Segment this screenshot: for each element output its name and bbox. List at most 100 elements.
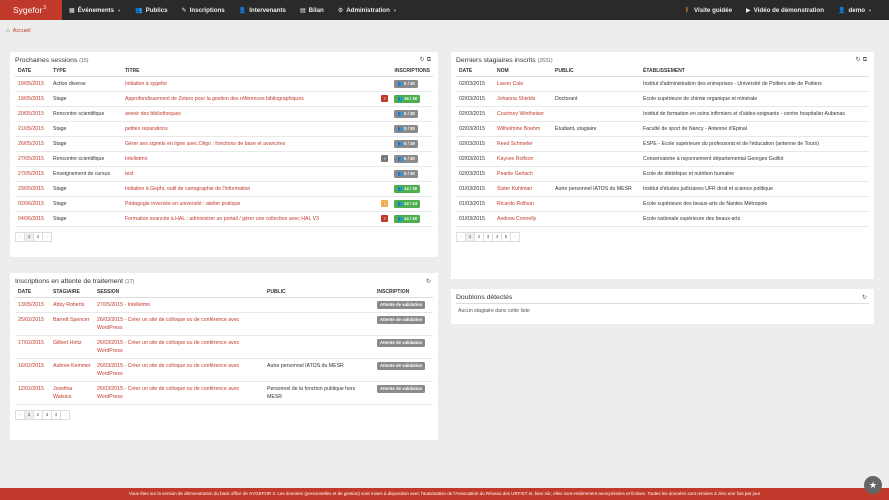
session-date[interactable]: 29/05/2015 [15,181,50,197]
nav-item-publics[interactable]: 👥 Publics [128,0,175,20]
brand-version: 3 [43,4,47,11]
table-row[interactable]: 13/05/2015 Abby Roberts 27/05/2015 - Intel… [15,297,433,313]
session-date[interactable]: 19/05/2015 [15,91,50,107]
stagiaire-name-link[interactable]: Wilhelmine Boehm [494,121,552,137]
session-title-link[interactable]: Initiation à sygefor [122,76,379,92]
status-badge[interactable]: Attente de validation [377,339,426,347]
attente-session-link[interactable]: 26/03/2015 - Créer un site de colloque o… [94,335,264,359]
session-date[interactable]: 02/06/2015 [15,196,50,212]
session-date[interactable]: 19/05/2015 [15,76,50,92]
stagiaire-name-link[interactable]: Ricardo Rolfson [494,196,552,212]
breadcrumb-home-link[interactable]: Accueil [13,28,31,34]
session-date[interactable]: 04/06/2015 [15,211,50,227]
stagiaire-date: 02/03/2015 [456,91,494,107]
table-row[interactable]: 26/05/2015 Stage Gérer ses signets en lign… [15,136,433,152]
status-badge[interactable]: Attente de validation [377,385,426,393]
stagiaire-name-link[interactable]: Lavon Cole [494,76,552,92]
demo-video-link[interactable]: ▶ Vidéo de démonstration [739,0,831,20]
inscriptions-count: 14 / 30 [403,186,418,191]
table-row[interactable]: 02/03/2015 Johanna Shields Doctorant Ecole … [456,91,869,107]
table-row[interactable]: 01/03/2015 Ricardo Rolfson Ecole supérieur… [456,196,869,212]
session-title-link[interactable]: Gérer ses signets en ligne avec Diigo : … [122,136,379,152]
table-row[interactable]: 19/05/2015 Stage Approfondissement de Zote… [15,91,433,107]
session-title-link[interactable]: Intelletmo [122,151,379,167]
stagiaire-name-link[interactable]: Courtney Wintheiser [494,106,552,122]
session-title-link[interactable]: Formation avancée à HAL : administrer un… [122,211,379,227]
table-row[interactable]: 04/06/2015 Stage Formation avancée à HAL :… [15,211,433,227]
attente-pagination: ‹ 1 2 3 4 › [15,410,433,420]
table-row[interactable]: 02/03/2015 Kaycee Rolfson Conservatoire à … [456,151,869,167]
session-date[interactable]: 20/05/2015 [15,106,50,122]
nav-item-inscriptions[interactable]: ✎ Inscriptions [175,0,232,20]
nav-item-bilan[interactable]: ▤ Bilan [293,0,331,20]
stagiaire-name-link[interactable]: Reed Schmeler [494,136,552,152]
external-link-icon[interactable]: ⧉ [863,57,869,63]
status-badge[interactable]: Attente de validation [377,362,426,370]
session-date[interactable]: 26/05/2015 [15,136,50,152]
session-date[interactable]: 27/05/2015 [15,166,50,182]
nav-item-intervenants[interactable]: 👤 Intervenants [232,0,293,20]
external-link-icon[interactable]: ⧉ [427,57,433,63]
stagiaire-public [552,196,640,212]
attente-session-link[interactable]: 26/03/2015 - Créer un site de colloque o… [94,312,264,336]
stagiaire-name-link[interactable]: Andrew Connelly [494,211,552,227]
brand-logo[interactable]: Sygefor 3 [0,0,62,20]
refresh-icon[interactable]: ↻ [856,57,863,63]
attente-session-link[interactable]: 26/03/2015 - Créer un site de colloque o… [94,358,264,382]
star-icon[interactable]: ★ [864,476,882,494]
attente-status-cell: Attente de validation [374,358,433,382]
session-title-link[interactable]: avenir des bibliotheques [122,106,379,122]
table-row[interactable]: 12/02/2015 Josefina Watsica 26/03/2015 - C… [15,381,433,405]
attente-stagiaire-link[interactable]: Aubree Kemmer [50,358,94,382]
session-title-link[interactable]: Approfondissement de Zotero pour la gest… [122,91,379,107]
session-title-link[interactable]: petites reparations [122,121,379,137]
attente-session-link[interactable]: 27/05/2015 - Intelletmo [94,297,264,313]
stagiaire-name-link[interactable]: Johanna Shields [494,91,552,107]
session-date[interactable]: 27/05/2015 [15,151,50,167]
status-badge[interactable]: Attente de validation [377,301,426,309]
session-date[interactable]: 21/05/2015 [15,121,50,137]
status-badge[interactable]: Attente de validation [377,316,426,324]
inscriptions-count: 0 / 30 [403,156,415,161]
page-button[interactable]: › [42,232,52,242]
attente-stagiaire-link[interactable]: Abby Roberts [50,297,94,313]
table-row[interactable]: 29/05/2015 Stage Initiation à Gephi, outil… [15,181,433,197]
guided-tour-link[interactable]: 🚶 Visite guidée [676,0,739,20]
table-row[interactable]: 19/05/2015 Action diverse Initiation à syg… [15,76,433,92]
demo-footer-banner: Vous êtes sur la version de démonstratio… [0,488,889,500]
table-row[interactable]: 25/02/2015 Barrett Spencer 26/03/2015 - Cr… [15,312,433,336]
table-row[interactable]: 02/03/2015 Reed Schmeler ESPE - Ecole supé… [456,136,869,152]
user-menu[interactable]: 👤 demo ▼ [831,0,879,20]
attente-stagiaire-link[interactable]: Barrett Spencer [50,312,94,336]
refresh-icon[interactable]: ↻ [426,279,433,285]
attente-stagiaire-link[interactable]: Josefina Watsica [50,381,94,405]
table-row[interactable]: 21/05/2015 Stage petites reparations 👥 0 / … [15,121,433,137]
nav-item-événements[interactable]: ▦ Événements ▼ [62,0,128,20]
nav-item-administration[interactable]: ⚙ Administration ▼ [331,0,404,20]
page-button[interactable]: › [510,232,520,242]
table-row[interactable]: 01/03/2015 Andrew Connelly Ecole nationale… [456,211,869,227]
refresh-icon[interactable]: ↻ [862,295,869,301]
table-row[interactable]: 02/03/2015 Pearlie Gerlach Ecole de diétét… [456,166,869,182]
session-title-link[interactable]: Initiation à Gephi, outil de cartographi… [122,181,379,197]
table-row[interactable]: 27/05/2015 Rencontre scientifique Intellet… [15,151,433,167]
table-row[interactable]: 01/03/2015 Sister Kuhlman Autre personnel … [456,181,869,197]
stagiaire-name-link[interactable]: Pearlie Gerlach [494,166,552,182]
attente-session-link[interactable]: 26/03/2015 - Créer un site de colloque o… [94,381,264,405]
table-row[interactable]: 02/03/2015 Courtney Wintheiser Institut de… [456,106,869,122]
refresh-icon[interactable]: ↻ [420,57,427,63]
table-row[interactable]: 16/02/2015 Aubree Kemmer 26/03/2015 - Crée… [15,358,433,382]
table-row[interactable]: 17/02/2015 Gilbert Hintz 26/03/2015 - Crée… [15,335,433,359]
stagiaire-name-link[interactable]: Sister Kuhlman [494,181,552,197]
table-row[interactable]: 02/03/2015 Lavon Cole Institut d'administr… [456,76,869,92]
table-row[interactable]: 02/03/2015 Wilhelmine Boehm Etudiant, stag… [456,121,869,137]
session-title-link[interactable]: Pédagogie inversée en université : ateli… [122,196,379,212]
stagiaire-name-link[interactable]: Kaycee Rolfson [494,151,552,167]
table-row[interactable]: 02/06/2015 Stage Pédagogie inversée en uni… [15,196,433,212]
inscriptions-cell: 👥 15 / 30 [391,91,433,107]
session-title-link[interactable]: test [122,166,379,182]
table-row[interactable]: 27/05/2015 Enseignement de cursus test 👥 0 … [15,166,433,182]
page-button[interactable]: › [60,410,70,420]
table-row[interactable]: 20/05/2015 Rencontre scientifique avenir d… [15,106,433,122]
attente-stagiaire-link[interactable]: Gilbert Hintz [50,335,94,359]
